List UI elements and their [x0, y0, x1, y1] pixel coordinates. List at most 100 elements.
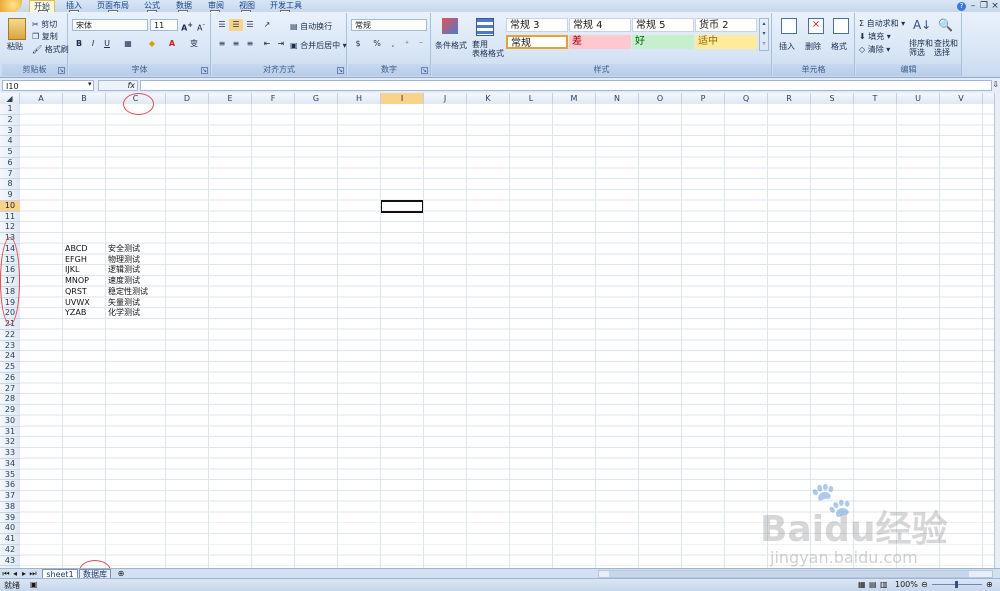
- row-header-28[interactable]: 28: [0, 394, 20, 405]
- column-header-f[interactable]: F: [252, 93, 295, 104]
- row-header-43[interactable]: 43: [0, 556, 20, 567]
- increase-indent-icon[interactable]: ⇥: [274, 38, 288, 50]
- cell-c18[interactable]: 稳定性测试: [108, 287, 148, 298]
- row-header-25[interactable]: 25: [0, 362, 20, 373]
- cell-b19[interactable]: UVWX: [65, 298, 90, 309]
- font-size-select[interactable]: 11: [150, 19, 178, 31]
- fill-color-icon[interactable]: ◆: [145, 38, 159, 50]
- row-header-30[interactable]: 30: [0, 416, 20, 427]
- comma-style-icon[interactable]: ,: [386, 38, 400, 50]
- normal-view-icon[interactable]: ▦: [858, 580, 866, 589]
- decrease-decimal-icon[interactable]: ⁻: [414, 38, 428, 50]
- cell-c17[interactable]: 速度测试: [108, 276, 140, 287]
- row-header-36[interactable]: 36: [0, 480, 20, 491]
- office-button[interactable]: [0, 0, 22, 12]
- column-header-m[interactable]: M: [553, 93, 596, 104]
- phonetic-button[interactable]: 变: [187, 38, 201, 50]
- row-header-22[interactable]: 22: [0, 330, 20, 341]
- row-header-39[interactable]: 39: [0, 513, 20, 524]
- row-header-24[interactable]: 24: [0, 351, 20, 362]
- macro-record-icon[interactable]: ▣: [30, 580, 38, 589]
- row-header-2[interactable]: 2: [0, 115, 20, 126]
- borders-icon[interactable]: ▦: [121, 38, 135, 50]
- zoom-slider-thumb[interactable]: [955, 581, 958, 588]
- number-format-select[interactable]: 常规: [351, 19, 427, 31]
- percent-button[interactable]: %: [370, 38, 384, 50]
- font-name-select[interactable]: 宋体: [72, 19, 148, 31]
- row-header-37[interactable]: 37: [0, 491, 20, 502]
- align-center-icon[interactable]: ≡: [229, 38, 243, 50]
- delete-cells-button[interactable]: 删除: [805, 41, 821, 52]
- column-header-q[interactable]: Q: [725, 93, 768, 104]
- row-header-29[interactable]: 29: [0, 405, 20, 416]
- cell-c14[interactable]: 安全测试: [108, 244, 140, 255]
- format-cells-button[interactable]: 格式: [831, 41, 847, 52]
- column-header-b[interactable]: B: [63, 93, 106, 104]
- decrease-indent-icon[interactable]: ⇤: [260, 38, 274, 50]
- column-header-i[interactable]: I: [381, 93, 424, 104]
- clear-button[interactable]: ◇ 清除 ▾: [859, 44, 890, 55]
- column-header-a[interactable]: A: [20, 93, 63, 104]
- align-left-icon[interactable]: ≡: [215, 38, 229, 50]
- shrink-font-icon[interactable]: A-: [194, 19, 208, 33]
- row-header-23[interactable]: 23: [0, 341, 20, 352]
- cell-b16[interactable]: IJKL: [65, 265, 79, 276]
- insert-cells-button[interactable]: 插入: [779, 41, 795, 52]
- style-bad[interactable]: 差: [569, 35, 631, 49]
- column-header-e[interactable]: E: [209, 93, 252, 104]
- align-bottom-icon[interactable]: ☰: [243, 19, 257, 31]
- style-normal[interactable]: 常规: [506, 35, 568, 49]
- row-header-42[interactable]: 42: [0, 545, 20, 556]
- page-break-view-icon[interactable]: ▥: [880, 580, 888, 589]
- zoom-out-icon[interactable]: ⊖: [921, 580, 928, 589]
- row-header-34[interactable]: 34: [0, 459, 20, 470]
- minimize-icon[interactable]: –: [968, 1, 978, 11]
- zoom-in-icon[interactable]: ⊕: [986, 580, 993, 589]
- select-all-corner[interactable]: ◢: [0, 93, 20, 104]
- wrap-text-button[interactable]: ▤ 自动换行: [290, 21, 332, 32]
- row-header-26[interactable]: 26: [0, 373, 20, 384]
- row-header-11[interactable]: 11: [0, 212, 20, 223]
- row-header-8[interactable]: 8: [0, 179, 20, 190]
- align-top-icon[interactable]: ☰: [215, 19, 229, 31]
- increase-decimal-icon[interactable]: ⁺: [400, 38, 414, 50]
- accounting-icon[interactable]: $: [351, 38, 365, 50]
- row-header-33[interactable]: 33: [0, 448, 20, 459]
- conditional-format-button[interactable]: 条件格式: [435, 40, 467, 51]
- italic-button[interactable]: I: [86, 38, 100, 50]
- fill-button[interactable]: ⬇ 填充 ▾: [859, 31, 891, 42]
- orientation-icon[interactable]: ↗: [260, 19, 274, 31]
- font-color-icon[interactable]: A: [165, 38, 179, 50]
- row-header-7[interactable]: 7: [0, 169, 20, 180]
- close-icon[interactable]: ×: [990, 1, 1000, 11]
- row-header-12[interactable]: 12: [0, 222, 20, 233]
- row-header-27[interactable]: 27: [0, 384, 20, 395]
- column-header-j[interactable]: J: [424, 93, 467, 104]
- expand-formula-bar-icon[interactable]: ⇩: [992, 80, 999, 89]
- style-currency-2[interactable]: 货币 2: [695, 18, 757, 32]
- cell-b17[interactable]: MNOP: [65, 276, 89, 287]
- align-middle-icon[interactable]: ☰: [229, 19, 243, 31]
- row-header-4[interactable]: 4: [0, 136, 20, 147]
- column-header-k[interactable]: K: [467, 93, 510, 104]
- page-layout-view-icon[interactable]: ▤: [869, 580, 877, 589]
- cell-c19[interactable]: 矢量测试: [108, 298, 140, 309]
- cell-b20[interactable]: YZAB: [65, 308, 86, 319]
- column-header-g[interactable]: G: [295, 93, 338, 104]
- column-header-s[interactable]: S: [811, 93, 854, 104]
- row-header-40[interactable]: 40: [0, 523, 20, 534]
- column-header-p[interactable]: P: [682, 93, 725, 104]
- cell-b15[interactable]: EFGH: [65, 255, 87, 266]
- cell-b18[interactable]: QRST: [65, 287, 87, 298]
- style-normal-3[interactable]: 常规 3: [506, 18, 568, 32]
- vertical-scrollbar[interactable]: [994, 93, 1000, 568]
- active-cell-i10[interactable]: [380, 199, 424, 213]
- cell-c20[interactable]: 化学测试: [108, 308, 140, 319]
- row-header-1[interactable]: 1: [0, 104, 20, 115]
- column-header-n[interactable]: N: [596, 93, 639, 104]
- insert-function-icon[interactable]: fx: [127, 81, 135, 90]
- sort-filter-button[interactable]: 排序和 筛选: [909, 39, 933, 57]
- column-header-t[interactable]: T: [854, 93, 897, 104]
- merge-center-button[interactable]: ▣ 合并后居中 ▾: [290, 40, 347, 51]
- find-select-button[interactable]: 查找和 选择: [934, 39, 958, 57]
